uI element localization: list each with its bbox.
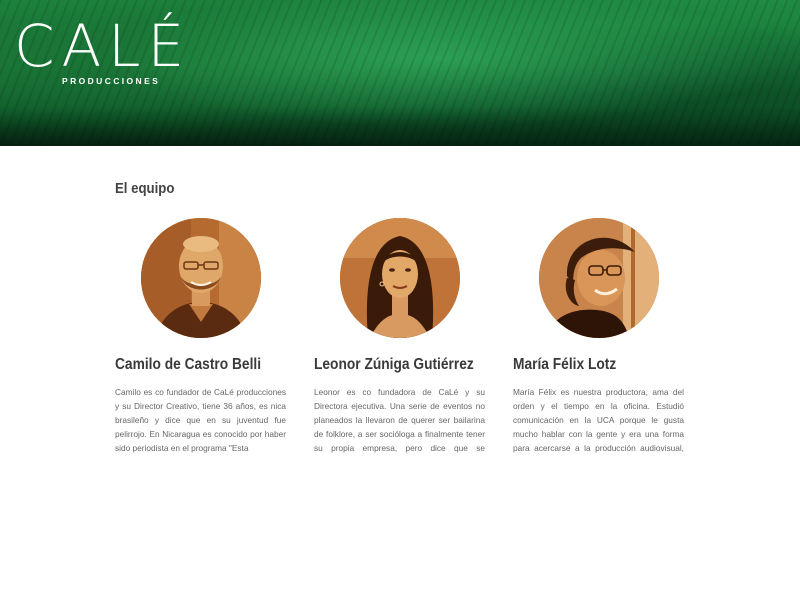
member-bio: Leonor es co fundadora de CaLé y su Dire… xyxy=(314,387,485,453)
member-bio: María Félix es nuestra productora, ama d… xyxy=(513,387,684,453)
man-portrait-photo xyxy=(141,218,261,338)
banner-shadow xyxy=(0,106,800,146)
member-name: Camilo de Castro Belli xyxy=(115,356,262,373)
team-section-title: El equipo xyxy=(115,180,175,197)
member-bio: Camilo es co fundador de CaLé produccion… xyxy=(115,387,286,453)
woman-glasses-portrait-photo xyxy=(539,218,659,338)
member-name: Leonor Zúniga Gutiérrez xyxy=(314,356,474,373)
site-logo[interactable]: CALÉ PRODUCCIONES xyxy=(14,16,214,91)
member-name: María Félix Lotz xyxy=(513,356,617,373)
logo-wordmark: CALÉ xyxy=(14,12,192,80)
logo-subtitle: PRODUCCIONES xyxy=(62,76,161,86)
header-banner: CALÉ PRODUCCIONES xyxy=(0,0,800,146)
woman-portrait-photo xyxy=(340,218,460,338)
